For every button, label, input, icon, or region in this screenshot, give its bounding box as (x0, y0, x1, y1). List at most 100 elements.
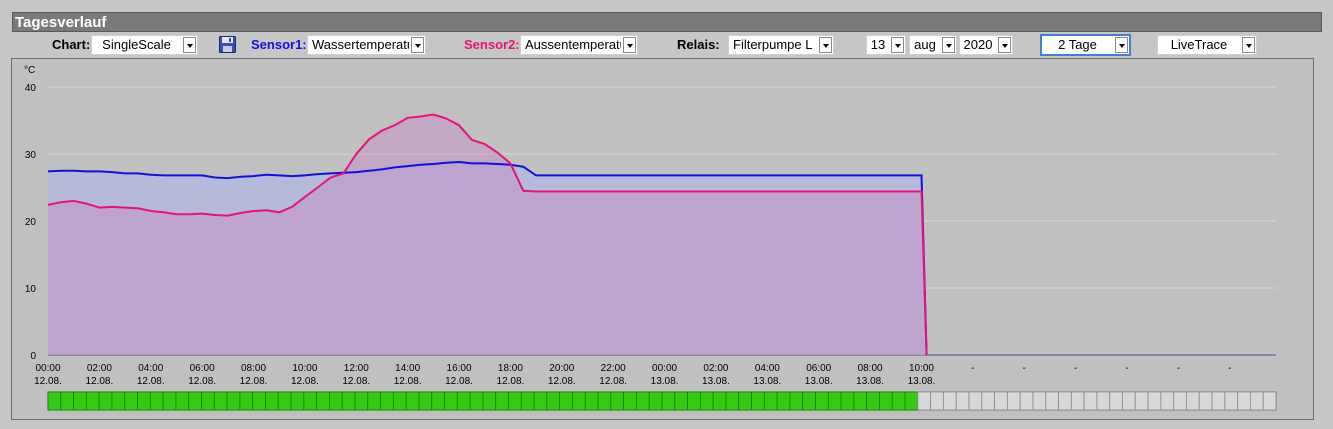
relay-status-cell (572, 391, 586, 411)
relay-status-cell (47, 391, 62, 411)
x-tick-label: 06:00 (806, 363, 831, 374)
chevron-down-icon[interactable] (1242, 37, 1255, 53)
relay-status-cell (725, 391, 740, 411)
mode-select[interactable]: LiveTrace (1157, 35, 1257, 55)
relay-status-cell (891, 391, 906, 411)
sensor1-select[interactable]: Wassertemperatu (307, 35, 426, 55)
relay-status-cell (776, 391, 791, 411)
relay-status-cell (1045, 391, 1059, 411)
year-select[interactable]: 2020 (959, 35, 1013, 55)
chevron-down-icon[interactable] (891, 37, 904, 53)
relay-status-cell (930, 391, 944, 411)
chevron-down-icon[interactable] (1115, 37, 1128, 53)
relay-status-cell (495, 391, 509, 411)
day-select[interactable]: 13 (866, 35, 906, 55)
x-tick-label: - (971, 363, 974, 374)
relay-status-cell (1173, 391, 1187, 411)
relay-status-cell (73, 391, 87, 411)
relay-status-cell (444, 391, 458, 411)
relay-status-cell (623, 391, 637, 411)
relay-status-cell (533, 391, 548, 411)
relay-status-cell (149, 391, 164, 411)
x-tick-label: 16:00 (447, 363, 472, 374)
x-tick-label: - (1228, 363, 1231, 374)
chevron-down-icon[interactable] (819, 37, 832, 53)
relay-status-cell (584, 391, 599, 411)
series-area (48, 114, 927, 355)
relay-status-cell (1083, 391, 1098, 411)
relay-status-cell (751, 391, 765, 411)
relay-status-cell (853, 391, 868, 411)
relay-status-cell (597, 391, 612, 411)
day-value: 13 (870, 37, 886, 52)
relay-status-cell (661, 391, 676, 411)
relay-status-cell (1096, 391, 1111, 411)
y-tick-label: 10 (25, 284, 37, 295)
chart-type-value: SingleScale (102, 37, 171, 52)
relay-status-cell (469, 391, 484, 411)
range-select[interactable]: 2 Tage (1040, 34, 1131, 56)
x-tick-date-label: 12.08. (394, 376, 422, 387)
relay-status-cell (674, 391, 688, 411)
x-tick-label: 04:00 (138, 363, 163, 374)
relay-status-cell (1237, 391, 1251, 411)
relay-status-cell (879, 391, 893, 411)
relay-status-cell (636, 391, 650, 411)
relay-status-cell (303, 391, 318, 411)
relay-status-cell (687, 391, 701, 411)
x-tick-label: 06:00 (190, 363, 215, 374)
relay-status-cell (648, 391, 663, 411)
month-select[interactable]: aug (909, 35, 957, 55)
save-icon[interactable] (219, 36, 236, 53)
relay-status-cell (546, 391, 561, 411)
x-tick-date-label: 12.08. (445, 376, 473, 387)
relay-status-cell (1211, 391, 1226, 411)
y-tick-label: 40 (25, 83, 37, 94)
x-tick-date-label: 13.08. (908, 376, 936, 387)
relais-select[interactable]: Filterpumpe L (728, 35, 834, 55)
relay-status-cell (341, 391, 356, 411)
relay-status-cell (802, 391, 816, 411)
relay-status-cell (904, 391, 919, 411)
sensor1-label: Sensor1: (251, 37, 307, 52)
x-tick-date-label: 12.08. (188, 376, 216, 387)
y-tick-label: 20 (25, 217, 37, 228)
relay-status-cell (968, 391, 983, 411)
relay-status-cell (1186, 391, 1200, 411)
chevron-down-icon[interactable] (998, 37, 1011, 53)
relay-status-cell (482, 391, 497, 411)
relay-status-cell (316, 391, 330, 411)
relay-status-cell (1019, 391, 1034, 411)
month-value: aug (914, 37, 936, 52)
relay-status-cell (265, 391, 279, 411)
x-tick-label: 04:00 (755, 363, 780, 374)
x-tick-date-label: 13.08. (651, 376, 679, 387)
x-tick-label: 10:00 (292, 363, 317, 374)
x-tick-date-label: 12.08. (599, 376, 627, 387)
sensor2-select[interactable]: Aussentemperatu (520, 35, 638, 55)
chevron-down-icon[interactable] (942, 37, 955, 53)
relay-status-cell (712, 391, 727, 411)
relais-label: Relais: (677, 37, 720, 52)
relay-status-cell (392, 391, 407, 411)
relay-status-cell (738, 391, 752, 411)
chart-type-select[interactable]: SingleScale (91, 35, 198, 55)
relay-status-cell (1134, 391, 1149, 411)
sensor2-value: Aussentemperatu (525, 37, 621, 52)
relay-status-cell (213, 391, 228, 411)
relay-status-cell (699, 391, 714, 411)
chevron-down-icon[interactable] (411, 37, 424, 53)
relay-status-cell (201, 391, 215, 411)
relay-status-cell (1160, 391, 1175, 411)
sensor2-label: Sensor2: (464, 37, 520, 52)
relay-status-cell (1262, 391, 1277, 411)
relay-status-cell (124, 391, 138, 411)
relay-status-cell (85, 391, 100, 411)
chevron-down-icon[interactable] (183, 37, 196, 53)
x-tick-label: 02:00 (703, 363, 728, 374)
chevron-down-icon[interactable] (623, 37, 636, 53)
relay-status-cell (840, 391, 855, 411)
x-tick-date-label: 12.08. (240, 376, 268, 387)
range-value: 2 Tage (1058, 37, 1097, 52)
relay-status-cell (1058, 391, 1072, 411)
